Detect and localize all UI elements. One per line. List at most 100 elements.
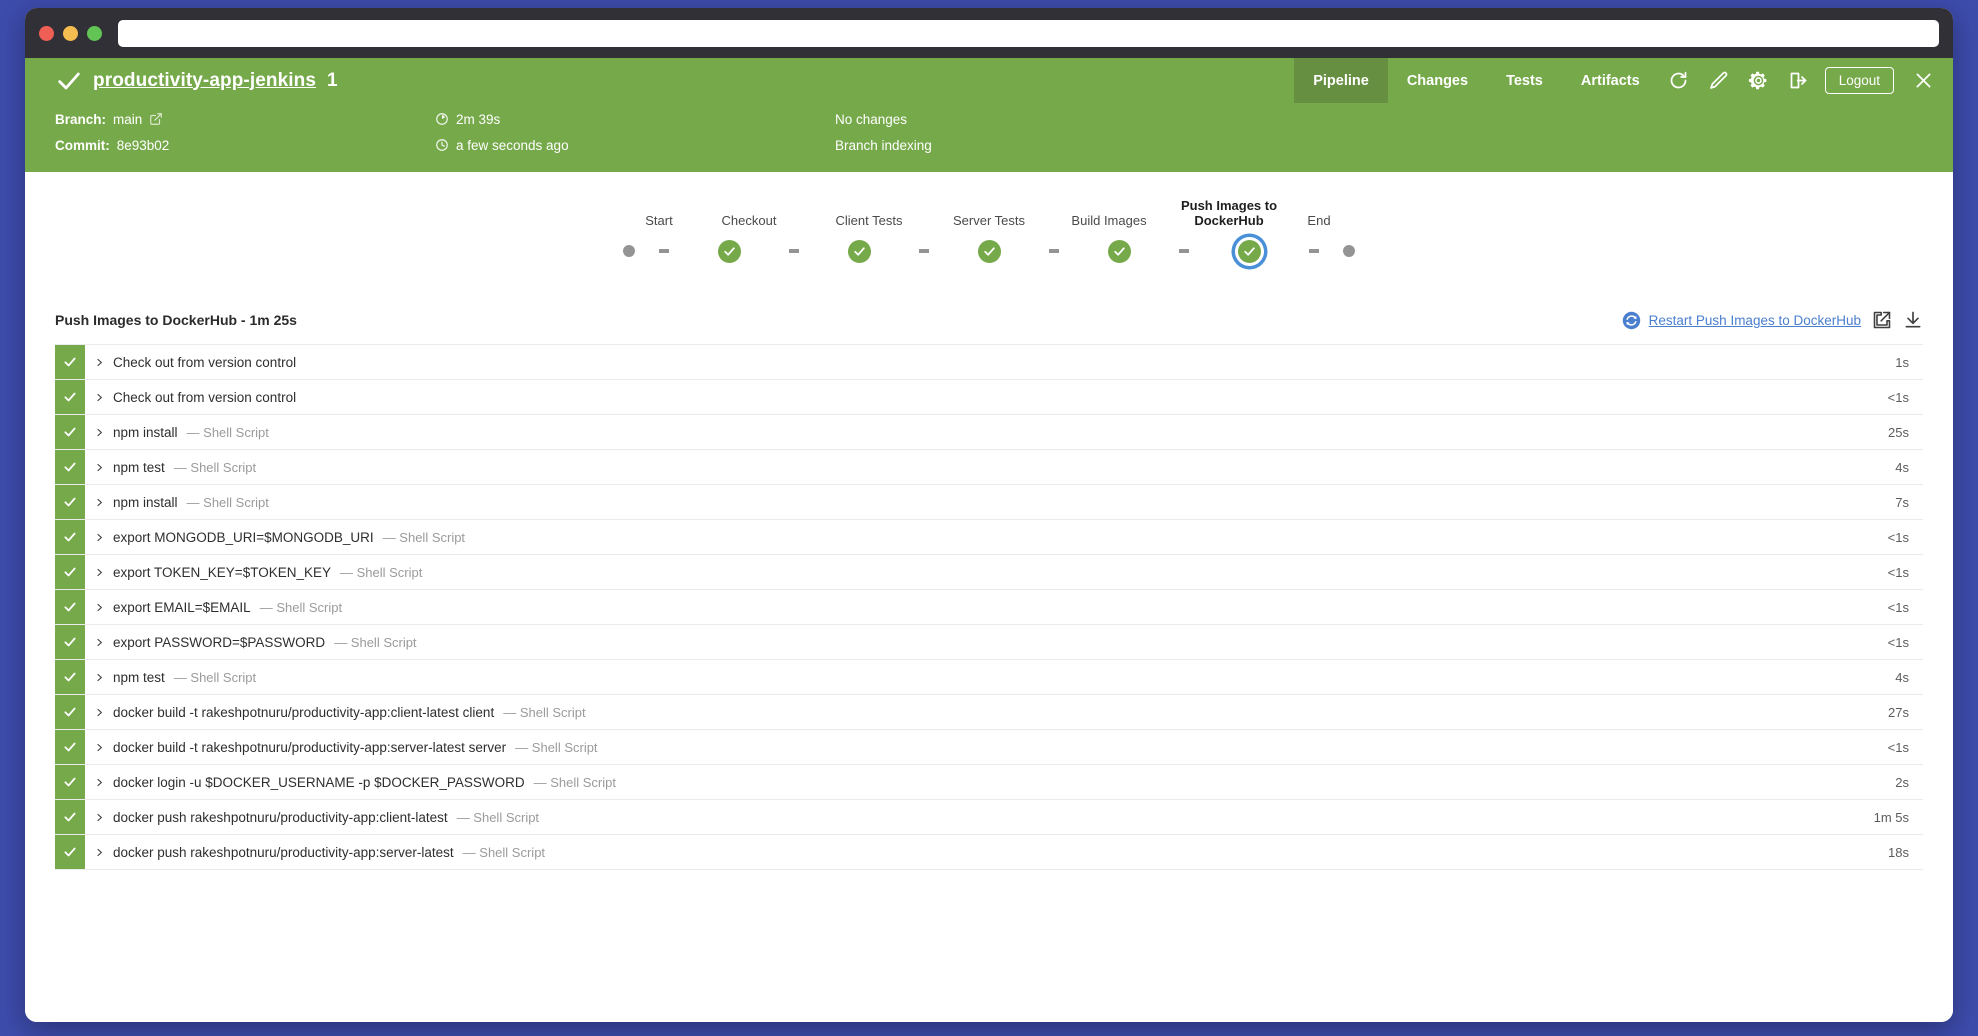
stage-node-start[interactable] — [623, 245, 635, 257]
stage-node-build-images[interactable] — [1108, 240, 1131, 263]
step-list: Check out from version control1sCheck ou… — [55, 344, 1923, 870]
edit-pencil-icon[interactable] — [1699, 58, 1739, 103]
step-expand-chevron-icon[interactable] — [85, 625, 113, 659]
time-row: a few seconds ago — [435, 136, 835, 154]
stage-label-build-images[interactable]: Build Images — [1071, 197, 1146, 229]
logout-button[interactable]: Logout — [1825, 67, 1894, 94]
external-link-icon[interactable] — [149, 112, 163, 126]
step-expand-chevron-icon[interactable] — [85, 380, 113, 414]
gear-icon[interactable] — [1739, 58, 1779, 103]
step-duration: <1s — [1833, 520, 1923, 554]
restart-stage-button[interactable]: Restart Push Images to DockerHub — [1622, 311, 1861, 330]
stage-node-checkout[interactable] — [718, 240, 741, 263]
node-wrap-server-tests — [929, 240, 1049, 263]
step-row[interactable]: export PASSWORD=$PASSWORD— Shell Script<… — [55, 625, 1923, 660]
address-bar[interactable] — [118, 20, 1939, 47]
step-row[interactable]: Check out from version control1s — [55, 345, 1923, 380]
logout-arrow-icon[interactable] — [1779, 58, 1819, 103]
step-status-success-icon — [55, 765, 85, 799]
pipeline-graph-inner: Start Checkout Client Tests Server Tests… — [599, 197, 1379, 266]
step-row[interactable]: export MONGODB_URI=$MONGODB_URI — Shell S… — [55, 520, 1923, 555]
stage-node-push-images-to-dockerhub[interactable] — [1238, 240, 1261, 263]
step-row[interactable]: Check out from version control<1s — [55, 380, 1923, 415]
step-body: npm install— Shell Script — [113, 415, 1833, 449]
step-row[interactable]: npm test— Shell Script4s — [55, 450, 1923, 485]
download-log-icon[interactable] — [1903, 310, 1923, 330]
minimize-window-dot[interactable] — [63, 26, 78, 41]
stage-node-end[interactable] — [1343, 245, 1355, 257]
stage-label-start[interactable]: Start — [645, 197, 672, 229]
step-expand-chevron-icon[interactable] — [85, 800, 113, 834]
step-expand-chevron-icon[interactable] — [85, 765, 113, 799]
step-row[interactable]: export EMAIL=$EMAIL— Shell Script<1s — [55, 590, 1923, 625]
stage-label-checkout[interactable]: Checkout — [722, 197, 777, 229]
step-duration: 7s — [1833, 485, 1923, 519]
step-expand-chevron-icon[interactable] — [85, 415, 113, 449]
node-wrap-end — [1319, 245, 1379, 257]
step-body: npm install— Shell Script — [113, 485, 1833, 519]
connector-checkout-client-tests — [789, 249, 799, 253]
replay-icon[interactable] — [1659, 58, 1699, 103]
stage-label-client-tests[interactable]: Client Tests — [836, 197, 903, 229]
tab-changes[interactable]: Changes — [1388, 58, 1487, 103]
step-row[interactable]: docker push rakeshpotnuru/productivity-a… — [55, 835, 1923, 870]
close-window-dot[interactable] — [39, 26, 54, 41]
stage-col-push-images: Push Images to DockerHub — [1169, 197, 1289, 229]
run-meta-timing: 2m 39s a few seconds ago — [435, 110, 835, 154]
restart-circle-icon — [1622, 311, 1641, 330]
step-expand-chevron-icon[interactable] — [85, 660, 113, 694]
step-expand-chevron-icon[interactable] — [85, 695, 113, 729]
step-expand-chevron-icon[interactable] — [85, 590, 113, 624]
step-body: npm test— Shell Script — [113, 660, 1833, 694]
step-expand-chevron-icon[interactable] — [85, 520, 113, 554]
run-meta-changes: No changes Branch indexing — [835, 110, 1235, 154]
maximize-window-dot[interactable] — [87, 26, 102, 41]
pipeline-name-link[interactable]: productivity-app-jenkins — [93, 70, 316, 92]
step-row[interactable]: docker build -t rakeshpotnuru/productivi… — [55, 730, 1923, 765]
connector-build-images-push-images — [1179, 249, 1189, 253]
commit-row: Commit: 8e93b02 — [55, 136, 435, 154]
step-body: export MONGODB_URI=$MONGODB_URI — Shell S… — [113, 520, 1833, 554]
step-expand-chevron-icon[interactable] — [85, 555, 113, 589]
open-log-external-link-icon[interactable] — [1872, 310, 1892, 330]
step-row[interactable]: npm test— Shell Script4s — [55, 660, 1923, 695]
step-row[interactable]: docker login -u $DOCKER_USERNAME -p $DOC… — [55, 765, 1923, 800]
step-status-success-icon — [55, 660, 85, 694]
tab-artifacts[interactable]: Artifacts — [1562, 58, 1659, 103]
step-expand-chevron-icon[interactable] — [85, 450, 113, 484]
run-status-check-icon — [55, 67, 83, 95]
time-value: a few seconds ago — [456, 138, 569, 153]
step-expand-chevron-icon[interactable] — [85, 835, 113, 869]
step-title: npm install — [113, 495, 178, 510]
branch-value: main — [113, 112, 142, 127]
stage-node-server-tests[interactable] — [978, 240, 1001, 263]
step-duration: <1s — [1833, 730, 1923, 764]
step-expand-chevron-icon[interactable] — [85, 485, 113, 519]
step-body: export PASSWORD=$PASSWORD — Shell Script — [113, 625, 1833, 659]
step-body: Check out from version control — [113, 345, 1833, 379]
step-row[interactable]: docker push rakeshpotnuru/productivity-a… — [55, 800, 1923, 835]
pipeline-graph: Start Checkout Client Tests Server Tests… — [25, 172, 1953, 306]
step-type: — Shell Script — [383, 530, 465, 545]
step-body: Check out from version control — [113, 380, 1833, 414]
step-title: Check out from version control — [113, 355, 296, 370]
step-status-success-icon — [55, 450, 85, 484]
step-expand-chevron-icon[interactable] — [85, 730, 113, 764]
close-icon[interactable] — [1903, 58, 1943, 103]
tab-tests[interactable]: Tests — [1487, 58, 1562, 103]
step-expand-chevron-icon[interactable] — [85, 345, 113, 379]
stage-label-end[interactable]: End — [1307, 197, 1330, 229]
step-row[interactable]: docker build -t rakeshpotnuru/productivi… — [55, 695, 1923, 730]
step-type: — Shell Script — [334, 635, 416, 650]
tab-pipeline[interactable]: Pipeline — [1294, 58, 1388, 103]
step-title: export PASSWORD=$PASSWORD — [113, 635, 325, 650]
stage-label-push-images-to-dockerhub[interactable]: Push Images to DockerHub — [1169, 197, 1289, 229]
step-row[interactable]: npm install— Shell Script25s — [55, 415, 1923, 450]
stage-col-build-images: Build Images — [1049, 197, 1169, 229]
step-duration: <1s — [1833, 590, 1923, 624]
step-row[interactable]: export TOKEN_KEY=$TOKEN_KEY— Shell Scrip… — [55, 555, 1923, 590]
step-title: export MONGODB_URI=$MONGODB_URI — [113, 530, 374, 545]
stage-node-client-tests[interactable] — [848, 240, 871, 263]
stage-label-server-tests[interactable]: Server Tests — [953, 197, 1025, 229]
step-row[interactable]: npm install— Shell Script7s — [55, 485, 1923, 520]
